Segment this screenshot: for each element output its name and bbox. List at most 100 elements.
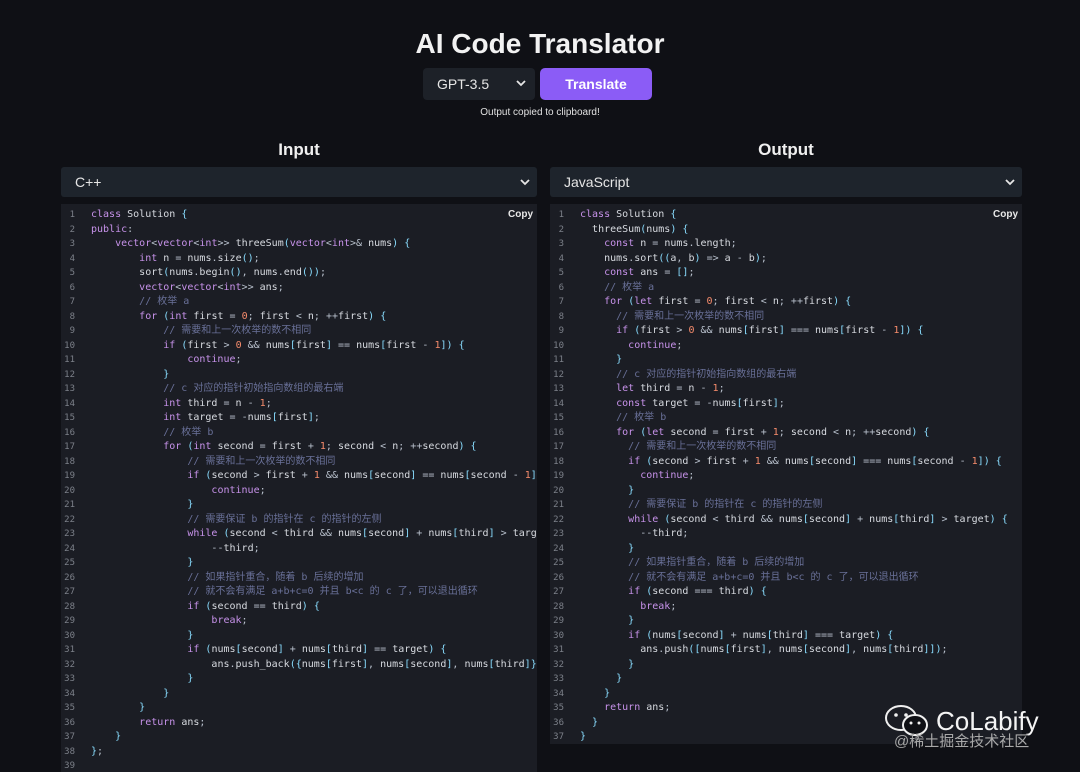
input-panel-title: Input	[278, 140, 320, 159]
line-number: 34	[64, 688, 75, 699]
line-number: 32	[64, 659, 75, 670]
input-code-line: 4 int n = nums.size();	[61, 252, 537, 267]
code-text: ans.push([nums[first], nums[second], num…	[640, 644, 948, 655]
line-number: 2	[69, 224, 75, 235]
code-text: vector<vector<int>> ans;	[139, 281, 284, 293]
line-number: 15	[64, 413, 75, 423]
code-text: for (int first = 0; first < n; ++first) …	[139, 310, 387, 322]
input-code-editor[interactable]: Copy 1 class Solution {2 public: 3 vector<v…	[61, 204, 537, 772]
input-code-line: 12 }	[61, 368, 537, 383]
line-number: 25	[553, 558, 564, 568]
line-number: 35	[64, 703, 75, 713]
code-text: }	[187, 557, 194, 568]
input-code-line: 31 if (nums[second] + nums[third] == tar…	[61, 643, 537, 658]
input-code-line: 32 ans.push_back({nums[first], nums[seco…	[61, 658, 537, 673]
input-code-line: 15 int target = -nums[first];	[61, 411, 537, 426]
output-code-line: 5 const ans = [];	[550, 266, 1022, 281]
line-number: 10	[553, 340, 564, 351]
code-text: // 枚举 a	[604, 281, 655, 293]
code-text: const ans = [];	[604, 267, 695, 278]
line-number: 6	[69, 282, 75, 293]
code-text: sort(nums.begin(), nums.end());	[139, 267, 326, 278]
output-panel-title: Output	[758, 140, 814, 159]
line-number: 25	[64, 558, 75, 568]
output-code-line: 9 if (first > 0 && nums[first] === nums[…	[550, 324, 1022, 339]
output-code-line: 30 if (nums[second] + nums[third] === ta…	[550, 629, 1022, 644]
line-number: 37	[553, 732, 564, 742]
output-code-line: 6 // 枚举 a	[550, 281, 1022, 296]
code-text: }	[616, 354, 623, 365]
code-text: }	[628, 484, 635, 496]
code-text: // 需要和上一次枚举的数不相同	[616, 310, 765, 322]
line-number: 11	[553, 355, 564, 365]
line-number: 37	[64, 732, 75, 742]
code-text: // 需要保证 b 的指针在 c 的指针的左侧	[628, 499, 823, 510]
line-number: 10	[64, 340, 75, 351]
line-number: 17	[64, 442, 75, 452]
code-text: if (first > 0 && nums[first] == nums[fir…	[163, 339, 465, 351]
line-number: 1	[558, 210, 564, 220]
line-number: 31	[553, 645, 564, 655]
code-text: while (second < third && nums[second] + …	[628, 513, 1008, 525]
model-select[interactable]: GPT-3.5	[423, 68, 535, 100]
output-copy-button[interactable]: Copy	[993, 209, 1018, 220]
chevron-down-icon	[516, 80, 526, 87]
input-code-line: 25 }	[61, 556, 537, 571]
code-text: // 需要保证 b 的指针在 c 的指针的左侧	[187, 513, 382, 525]
line-number: 13	[64, 384, 75, 394]
code-text: ans.push_back({nums[first], nums[second]…	[211, 658, 537, 670]
code-text: if (second == third) {	[187, 600, 320, 612]
line-number: 31	[64, 645, 75, 655]
line-number: 29	[64, 616, 75, 626]
line-number: 19	[553, 471, 564, 481]
code-text: return ans;	[604, 702, 671, 713]
code-text: int third = n - 1;	[163, 397, 272, 409]
code-text: }	[604, 687, 611, 699]
code-text: --third;	[640, 528, 689, 539]
line-number: 8	[558, 311, 564, 322]
line-number: 6	[558, 282, 564, 293]
output-code-line: 16 for (let second = first + 1; second <…	[550, 426, 1022, 441]
code-text: let third = n - 1;	[616, 383, 725, 394]
output-code-line: 23 --third;	[550, 527, 1022, 542]
input-code-line: 36 return ans;	[61, 716, 537, 731]
input-code-line: 22 // 需要保证 b 的指针在 c 的指针的左侧	[61, 513, 537, 528]
line-number: 35	[553, 703, 564, 713]
line-number: 16	[553, 427, 564, 438]
line-number: 30	[64, 630, 75, 641]
output-code-line: 17 // 需要和上一次枚举的数不相同	[550, 440, 1022, 455]
input-code-line: 9 // 需要和上一次枚举的数不相同	[61, 324, 537, 339]
input-code-line: 18 // 需要和上一次枚举的数不相同	[61, 455, 537, 470]
code-text: // 需要和上一次枚举的数不相同	[628, 441, 777, 452]
code-text: int n = nums.size();	[139, 252, 260, 264]
code-text: // 就不会有满足 a+b+c=0 并且 b<c 的 c 了，可以退出循环	[187, 586, 478, 597]
output-code-line: 22 while (second < third && nums[second]…	[550, 513, 1022, 528]
code-text: if (second > first + 1 && nums[second] =…	[628, 455, 1002, 467]
output-code-line: 19 continue;	[550, 469, 1022, 484]
line-number: 33	[64, 674, 75, 684]
input-code-line: 35 }	[61, 701, 537, 716]
code-text: nums.sort((a, b) => a - b);	[604, 252, 767, 264]
input-language-select[interactable]: C++	[61, 167, 537, 197]
line-number: 3	[558, 239, 564, 249]
code-text: // 枚举 b	[163, 426, 214, 438]
output-code-line: 32 }	[550, 658, 1022, 673]
code-text: }	[187, 673, 194, 684]
code-text: }	[187, 499, 194, 510]
input-code-line: 23 while (second < third && nums[second]…	[61, 527, 537, 542]
input-code-line: 6 vector<vector<int>> ans;	[61, 281, 537, 296]
line-number: 11	[64, 355, 75, 365]
output-code-editor[interactable]: Copy 1 class Solution {2 threeSum(nums) {…	[550, 204, 1022, 744]
translate-button[interactable]: Translate	[540, 68, 652, 100]
output-language-select[interactable]: JavaScript	[550, 167, 1022, 197]
line-number: 18	[553, 456, 564, 467]
code-text: break;	[640, 600, 677, 612]
line-number: 7	[69, 297, 75, 307]
input-code-line: 16 // 枚举 b	[61, 426, 537, 441]
input-copy-button[interactable]: Copy	[508, 209, 533, 220]
code-text: // 如果指针重合，随着 b 后续的增加	[628, 557, 805, 568]
output-code-line: 11 }	[550, 353, 1022, 368]
code-text: }	[628, 658, 635, 670]
code-text: // 枚举 a	[139, 296, 190, 307]
input-code-line: 1 class Solution {	[61, 208, 537, 223]
